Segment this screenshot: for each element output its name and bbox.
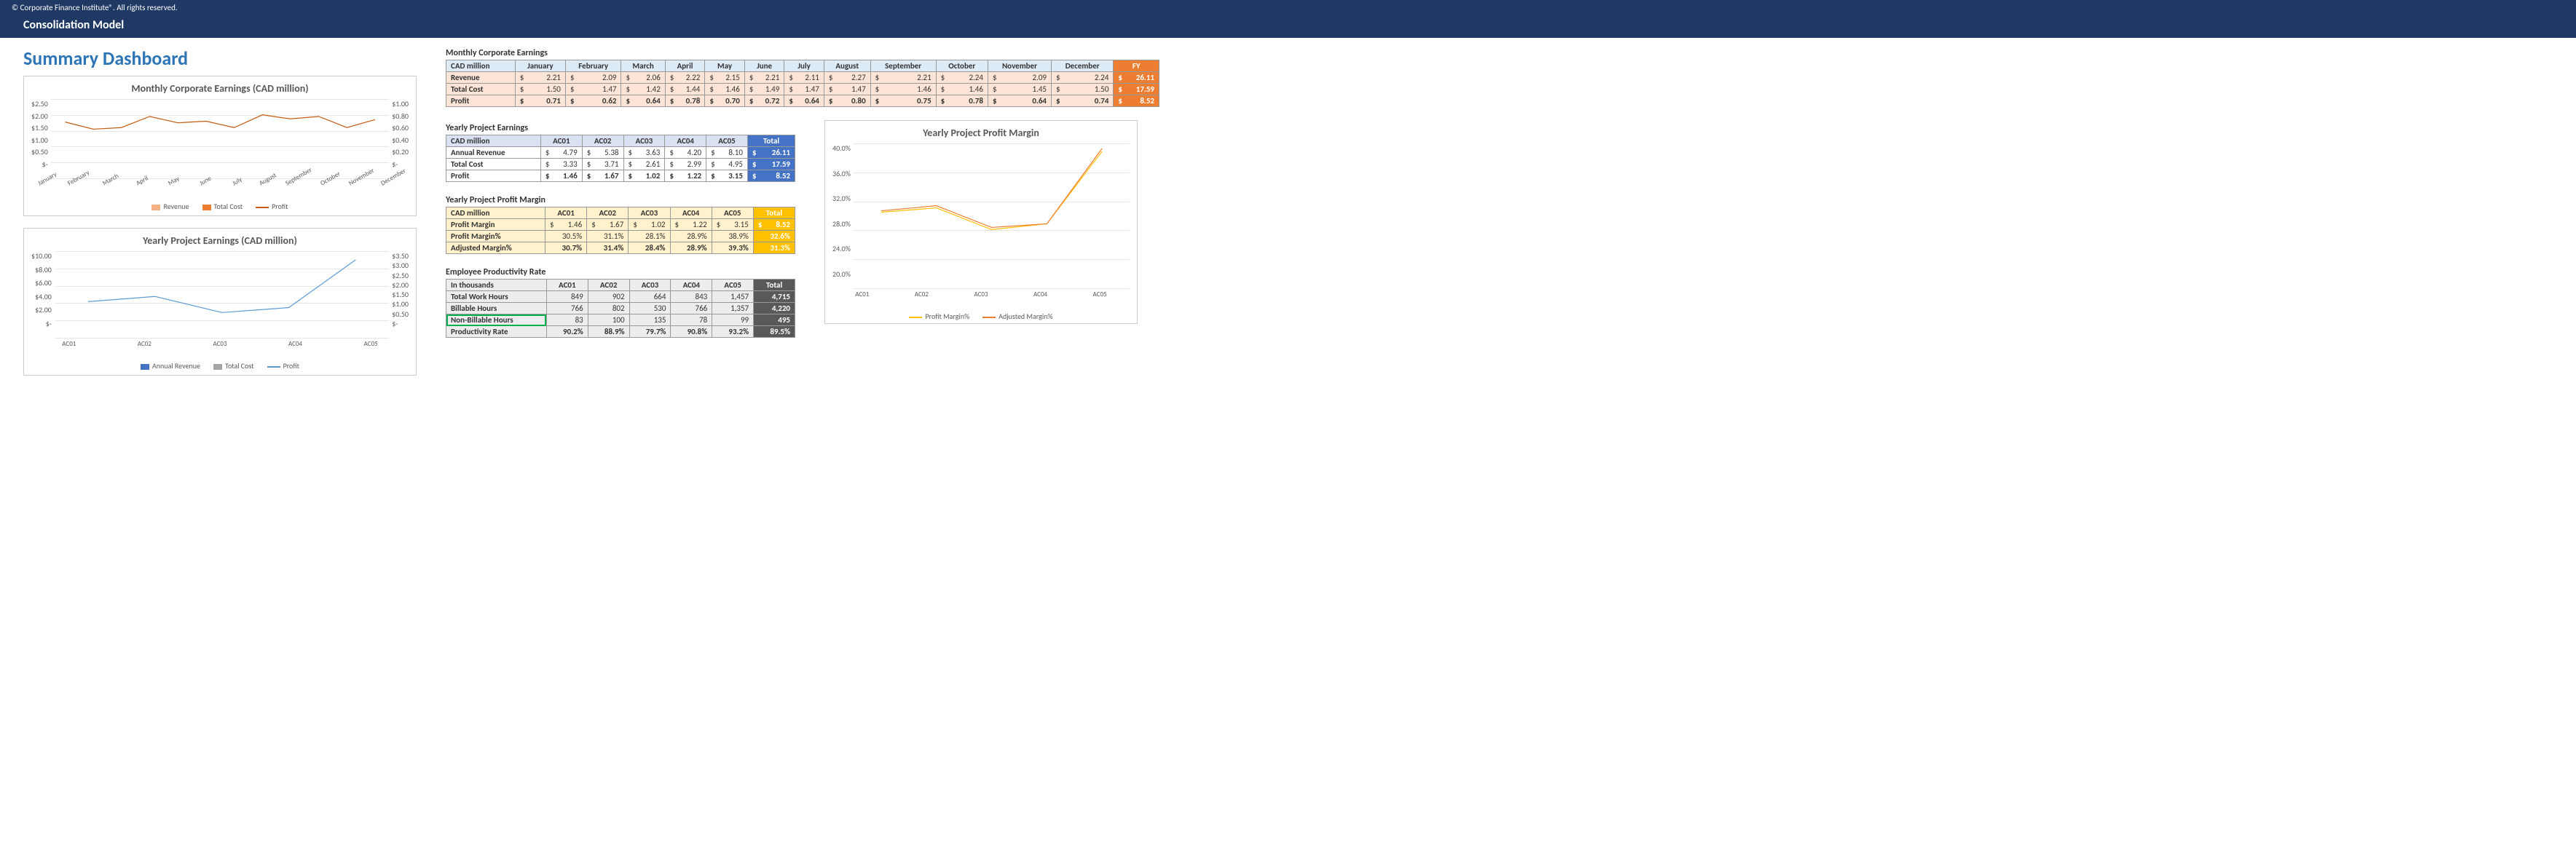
y-axis-left: $2.50$2.00$1.50$1.00$0.50$- (31, 99, 51, 179)
table-productivity: In thousandsAC01AC02AC03AC04AC05TotalTot… (446, 279, 795, 338)
legend: Annual Revenue Total Cost Profit (31, 361, 409, 371)
y-axis-right: $1.00$0.80$0.60$0.40$0.20$- (389, 99, 409, 179)
x-axis: AC01AC02AC03AC04AC05 (832, 290, 1130, 298)
y-axis-left: 40.0%36.0%32.0%28.0%24.0%20.0% (832, 143, 854, 289)
chart-title: Yearly Project Earnings (CAD million) (31, 234, 409, 247)
table-profit-margin: CAD millionAC01AC02AC03AC04AC05TotalProf… (446, 207, 795, 254)
plot-area (55, 251, 389, 339)
copyright-bar: © Corporate Finance Institute®. All righ… (0, 0, 2576, 15)
legend: Profit Margin% Adjusted Margin% (832, 312, 1130, 321)
chart-profit-margin: Yearly Project Profit Margin 40.0%36.0%3… (824, 120, 1138, 324)
table-yearly-project: CAD millionAC01AC02AC03AC04AC05TotalAnnu… (446, 135, 795, 182)
table-monthly-earnings: CAD millionJanuaryFebruaryMarchAprilMayJ… (446, 60, 1159, 107)
plot-area (51, 99, 389, 179)
legend: Revenue Total Cost Profit (31, 202, 409, 211)
chart-title: Monthly Corporate Earnings (CAD million) (31, 82, 409, 95)
section-title-monthly: Monthly Corporate Earnings (446, 48, 1159, 58)
section-title-margin: Yearly Project Profit Margin (446, 195, 795, 205)
y-axis-right: $3.50$3.00$2.50$2.00$1.50$1.00$0.50$- (389, 251, 409, 339)
plot-area (854, 143, 1130, 289)
x-axis: AC01AC02AC03AC04AC05 (31, 340, 409, 348)
page-title: Summary Dashboard (23, 47, 417, 70)
chart-monthly-earnings: Monthly Corporate Earnings (CAD million)… (23, 76, 417, 216)
chart-yearly-project-earnings: Yearly Project Earnings (CAD million) $1… (23, 228, 417, 376)
y-axis-left: $10.00$8.00$6.00$4.00$2.00$- (31, 251, 55, 339)
model-name: Consolidation Model (0, 15, 2576, 38)
section-title-productivity: Employee Productivity Rate (446, 267, 795, 277)
x-axis: JanuaryFebruaryMarchAprilMayJuneJulyAugu… (31, 181, 409, 189)
chart-title: Yearly Project Profit Margin (832, 127, 1130, 139)
section-title-yearly: Yearly Project Earnings (446, 123, 795, 133)
